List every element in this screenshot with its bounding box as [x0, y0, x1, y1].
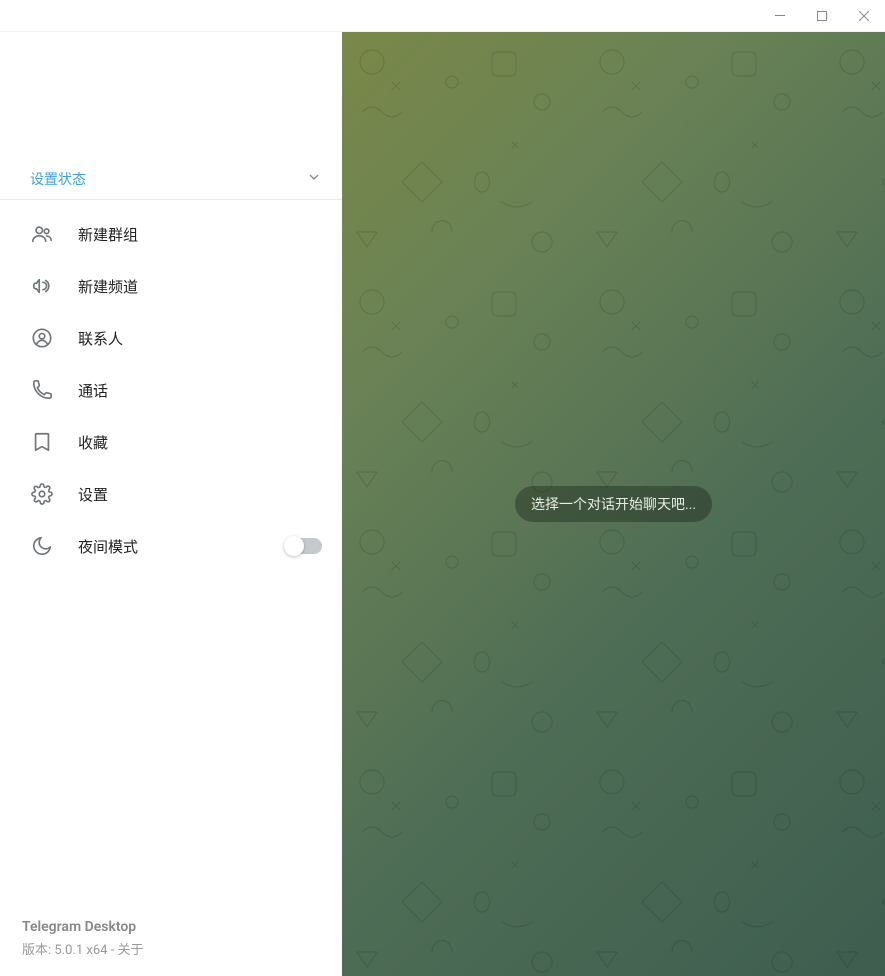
menu-item-new-group[interactable]: 新建群组 [0, 208, 342, 260]
close-button[interactable] [843, 0, 885, 32]
menu-item-new-channel[interactable]: 新建频道 [0, 260, 342, 312]
chevron-down-icon [306, 169, 322, 189]
set-status-row[interactable]: 设置状态 [0, 159, 342, 199]
group-icon [30, 222, 54, 246]
megaphone-icon [30, 274, 54, 298]
menu-item-saved[interactable]: 收藏 [0, 416, 342, 468]
menu-item-calls[interactable]: 通话 [0, 364, 342, 416]
user-icon [30, 326, 54, 350]
menu-label-settings: 设置 [78, 484, 108, 505]
night-mode-toggle[interactable] [286, 538, 322, 554]
bookmark-icon [30, 430, 54, 454]
set-status-label: 设置状态 [30, 169, 86, 189]
minimize-button[interactable] [759, 0, 801, 32]
menu-list: 新建群组 新建频道 联系人 通话 [0, 200, 342, 903]
moon-icon [30, 534, 54, 558]
menu-label-new-channel: 新建频道 [78, 276, 138, 297]
menu-item-contacts[interactable]: 联系人 [0, 312, 342, 364]
menu-label-contacts: 联系人 [78, 328, 123, 349]
menu-label-new-group: 新建群组 [78, 224, 138, 245]
empty-chat-placeholder: 选择一个对话开始聊天吧... [515, 486, 712, 522]
menu-item-settings[interactable]: 设置 [0, 468, 342, 520]
minimize-icon [775, 15, 785, 16]
toggle-knob [284, 536, 304, 556]
sidebar-header: 设置状态 [0, 32, 342, 199]
maximize-icon [817, 11, 827, 21]
maximize-button[interactable] [801, 0, 843, 32]
menu-label-night-mode: 夜间模式 [78, 536, 138, 557]
phone-icon [30, 378, 54, 402]
chat-empty-state: 选择一个对话开始聊天吧... [342, 32, 885, 976]
app-name: Telegram Desktop [22, 919, 320, 935]
sidebar-menu: 设置状态 新建群组 新建频道 [0, 32, 342, 976]
menu-label-calls: 通话 [78, 380, 108, 401]
app-version[interactable]: 版本: 5.0.1 x64 - 关于 [22, 939, 320, 958]
menu-label-saved: 收藏 [78, 432, 108, 453]
gear-icon [30, 482, 54, 506]
close-icon [859, 11, 869, 21]
window-titlebar [0, 0, 885, 32]
menu-item-night-mode[interactable]: 夜间模式 [0, 520, 342, 572]
sidebar-footer: Telegram Desktop 版本: 5.0.1 x64 - 关于 [0, 903, 342, 976]
